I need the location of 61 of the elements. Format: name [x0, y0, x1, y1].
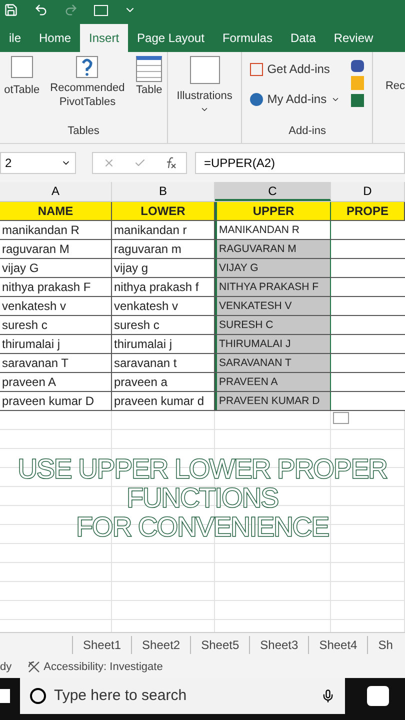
column-header[interactable]: C — [215, 182, 331, 201]
caption-text: USE UPPER LOWER PROPER FUNCTIONS FOR CONVENIENCE — [16, 455, 389, 542]
my-add-ins-button[interactable]: My Add-ins — [250, 90, 352, 108]
undo-icon[interactable] — [34, 3, 48, 17]
table-cell: SARAVANAN T — [215, 354, 331, 372]
table-cell: LOWER — [112, 202, 215, 220]
ribbon-tab[interactable]: Formulas — [213, 24, 282, 52]
name-box[interactable]: 2 — [0, 152, 76, 174]
ribbon-button-label[interactable]: Rec — [373, 52, 405, 143]
ribbon-tab[interactable]: Page Layout — [128, 24, 214, 52]
column-header[interactable]: D — [331, 182, 405, 201]
group-label: Tables — [68, 124, 100, 138]
ribbon-tab[interactable]: ile — [0, 24, 30, 52]
recommended-pivottables-button[interactable]: Recommended PivotTables — [48, 56, 128, 122]
table-cell: PRAVEEN A — [215, 373, 331, 391]
sheet-tab[interactable]: Sheet2 — [131, 636, 190, 654]
status-text: dy — [0, 660, 12, 675]
search-icon — [30, 688, 46, 704]
function-icon[interactable] — [164, 157, 176, 169]
table-cell: NITHYA PRAKASH F — [215, 278, 331, 296]
accessibility-button[interactable]: Accessibility: Investigate — [28, 658, 163, 676]
table-cell: MANIKANDAN R — [215, 221, 331, 239]
table-icon — [136, 56, 162, 82]
sheet-tab[interactable]: Sheet4 — [308, 636, 368, 654]
table-cell: thirumalai j — [0, 335, 112, 353]
table-cell: suresh c — [0, 316, 112, 334]
table-cell: nithya prakash F — [0, 278, 112, 296]
column-header[interactable]: A — [0, 182, 112, 201]
table-cell: vijay G — [0, 259, 112, 277]
table-cell: PRAVEEN KUMAR D — [215, 392, 331, 410]
sheet-tab[interactable]: Sheet1 — [72, 636, 132, 654]
table-cell: THIRUMALAI J — [215, 335, 331, 353]
sheet-tab[interactable]: Sheet3 — [249, 636, 308, 654]
get-add-ins-button[interactable]: Get Add-ins — [250, 60, 352, 78]
table-button[interactable]: Table — [131, 56, 167, 122]
sheet-tab[interactable]: Sh — [367, 636, 403, 654]
table-cell: venkatesh v — [0, 297, 112, 315]
formula-field[interactable]: =UPPER(A2) — [195, 152, 405, 174]
illustrations-button[interactable]: Illustrations — [176, 56, 232, 114]
table-cell: manikandan R — [0, 221, 112, 239]
search-field[interactable]: Type here to search — [20, 678, 345, 714]
save-icon[interactable] — [4, 3, 18, 17]
table-cell: saravanan T — [0, 354, 112, 372]
table-cell: praveen A — [0, 373, 112, 391]
ribbon-tab[interactable]: Data — [281, 24, 325, 52]
table-cell: RAGUVARAN M — [215, 240, 331, 258]
group-label: Add-ins — [288, 124, 326, 138]
microphone-icon[interactable] — [321, 689, 335, 703]
table-cell: SURESH C — [215, 316, 331, 334]
table-cell: PROPE — [331, 202, 405, 220]
ribbon-tab[interactable]: Home — [30, 24, 80, 52]
ribbon-tab[interactable]: Insert — [80, 24, 128, 52]
pivottable-button[interactable]: otTable — [0, 56, 44, 122]
table-cell: NAME — [0, 202, 112, 220]
ribbon-tab[interactable]: Review — [324, 24, 382, 52]
table-cell: VIJAY G — [215, 259, 331, 277]
table-cell: VENKATESH V — [215, 297, 331, 315]
pivot-help-icon — [76, 56, 98, 78]
table-cell: praveen kumar D — [0, 392, 112, 410]
sheet-tab[interactable]: Sheet5 — [190, 636, 250, 654]
table-cell: raguvaran M — [0, 240, 112, 258]
